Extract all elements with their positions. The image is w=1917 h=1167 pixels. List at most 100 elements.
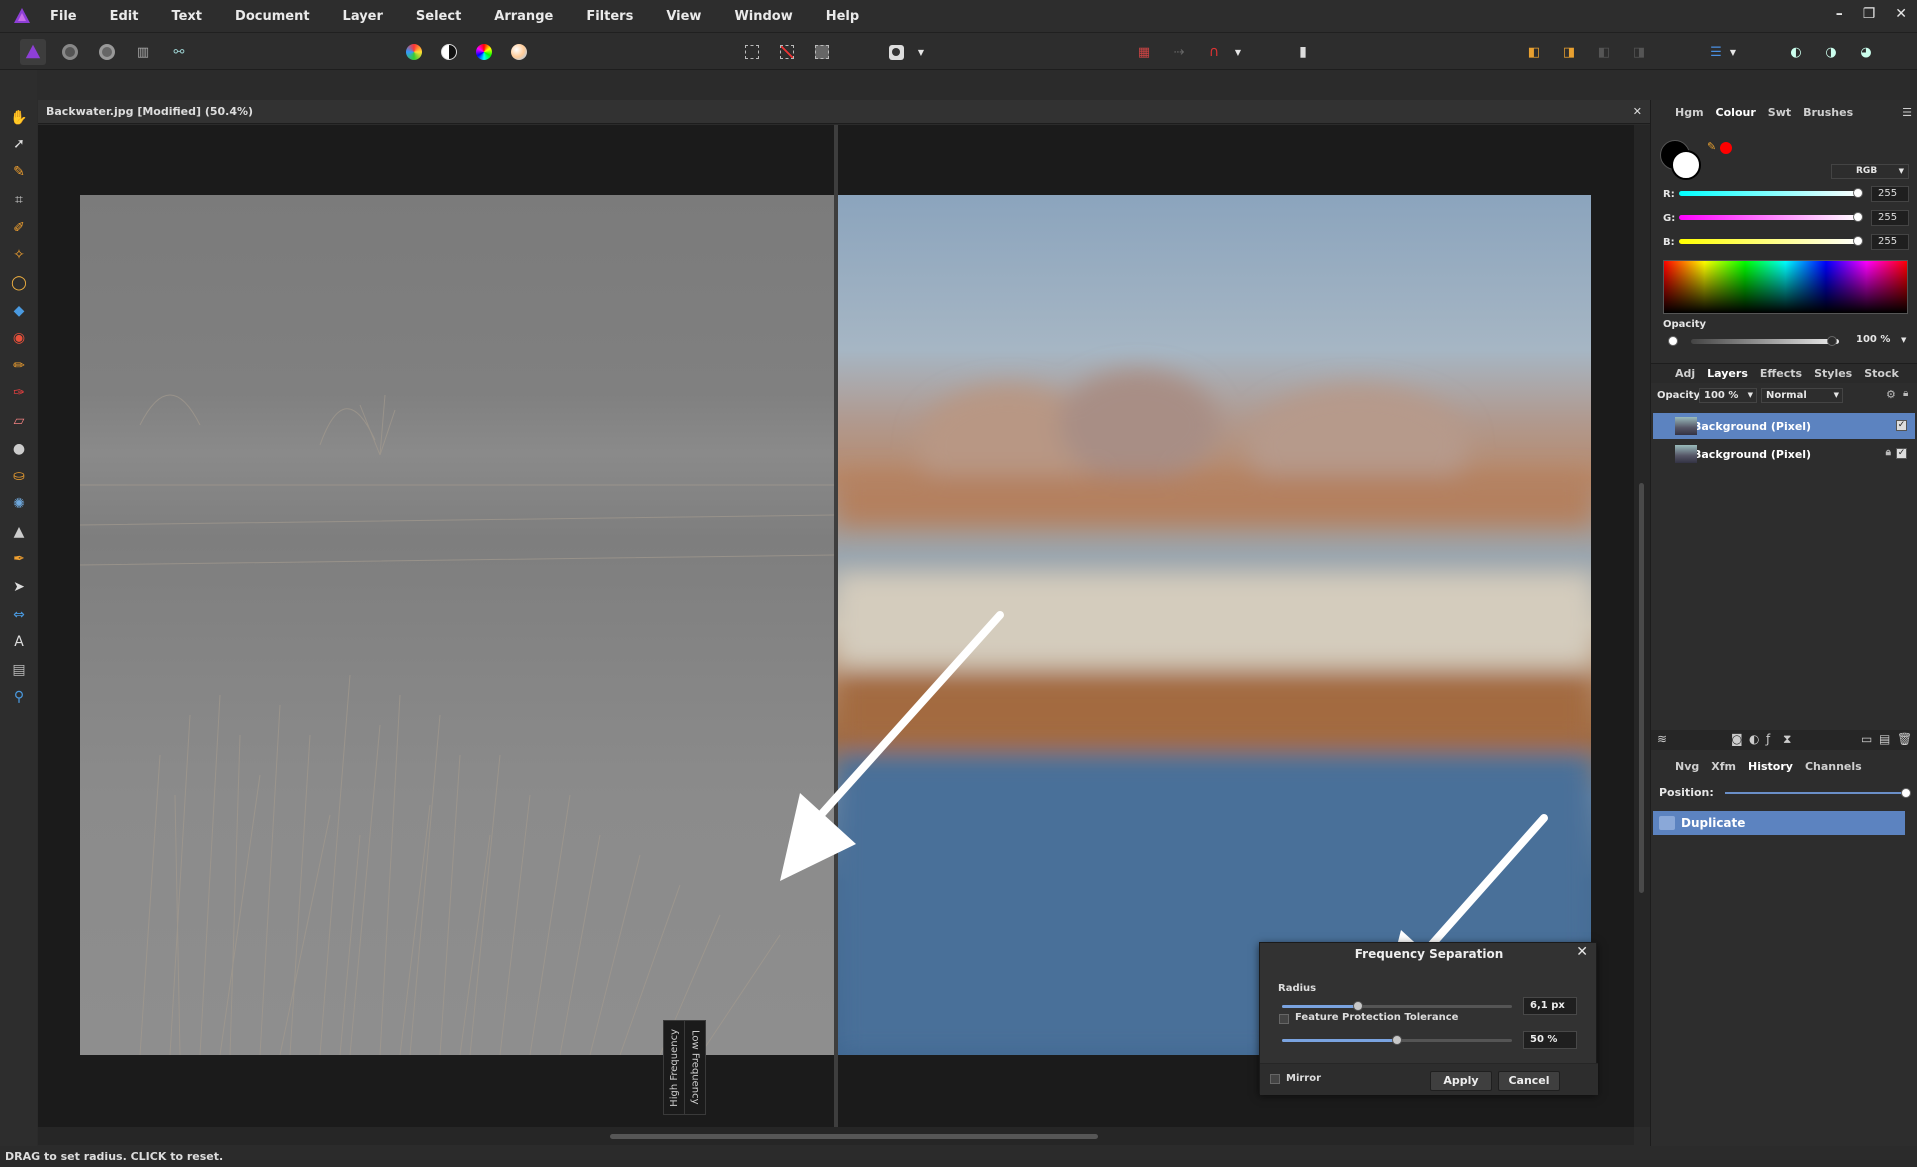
magnet-button[interactable]: ∩ <box>1201 39 1227 65</box>
view-tool-hand-icon[interactable]: ✋ <box>9 108 29 128</box>
tab-layers[interactable]: Layers <box>1707 367 1748 380</box>
tab-history[interactable]: History <box>1748 760 1793 773</box>
tab-colour[interactable]: Colour <box>1716 106 1756 119</box>
menu-edit[interactable]: Edit <box>110 9 139 24</box>
cancel-button[interactable]: Cancel <box>1498 1071 1560 1091</box>
chevron-down-icon[interactable]: ▼ <box>1901 336 1906 344</box>
tab-styles[interactable]: Styles <box>1814 367 1852 380</box>
dialog-close-button[interactable]: ✕ <box>1576 944 1588 960</box>
menu-arrange[interactable]: Arrange <box>494 9 553 24</box>
tolerance-slider-knob[interactable] <box>1392 1035 1402 1045</box>
live-filter-icon[interactable]: ⧗ <box>1783 732 1791 747</box>
boolean-subtract-button[interactable]: ◑ <box>1818 39 1844 65</box>
apply-button[interactable]: Apply <box>1430 1071 1492 1091</box>
menu-window[interactable]: Window <box>734 9 792 24</box>
colour-mode-select[interactable]: RGB ▼ <box>1831 164 1909 179</box>
arrange-forward-button[interactable]: ◨ <box>1556 39 1582 65</box>
menu-select[interactable]: Select <box>416 9 461 24</box>
tone-mapping-persona-button[interactable]: ▥ <box>130 39 156 65</box>
mirror-checkbox[interactable] <box>1270 1074 1280 1084</box>
red-slider[interactable] <box>1679 188 1863 198</box>
hsl-button[interactable] <box>471 39 497 65</box>
radius-slider[interactable] <box>1282 1001 1512 1011</box>
quick-mask-button[interactable] <box>883 39 909 65</box>
close-document-button[interactable]: ✕ <box>1633 100 1642 124</box>
layer-lock-icon[interactable]: 🔒︎ <box>1903 388 1908 399</box>
zoom-tool-icon[interactable]: ⚲ <box>9 687 29 707</box>
vertical-scrollbar[interactable] <box>1634 125 1650 1127</box>
menu-layer[interactable]: Layer <box>343 9 383 24</box>
delete-layer-trash-icon[interactable]: 🗑︎ <box>1897 732 1912 746</box>
accent-colour-dot[interactable] <box>1720 142 1732 154</box>
menu-text[interactable]: Text <box>171 9 202 24</box>
fx-icon[interactable]: ƒ <box>1766 732 1770 746</box>
new-layer-icon[interactable]: ▤ <box>1879 732 1890 746</box>
inpainting-brush-tool-icon[interactable]: ✒ <box>9 549 29 569</box>
tab-effects[interactable]: Effects <box>1760 367 1802 380</box>
sharpen-tool-icon[interactable]: ▲ <box>9 522 29 542</box>
assistant-button[interactable]: ▮ <box>1290 39 1316 65</box>
photo-persona-button[interactable] <box>20 39 46 65</box>
tab-brushes[interactable]: Brushes <box>1803 106 1853 119</box>
layer-opacity-field[interactable]: 100 % ▼ <box>1699 388 1757 403</box>
boolean-intersect-button[interactable]: ◕ <box>1853 39 1879 65</box>
color-replacement-tool-icon[interactable]: ✑ <box>9 383 29 403</box>
menu-filters[interactable]: Filters <box>586 9 633 24</box>
minimize-button[interactable]: – <box>1836 6 1843 22</box>
new-group-folder-icon[interactable]: ▭ <box>1861 732 1872 746</box>
shape-tool-icon[interactable]: ▤ <box>9 660 29 680</box>
clone-brush-tool-icon[interactable]: ⛀ <box>9 466 29 486</box>
layer-row-background-top[interactable]: Background (Pixel) ✓ <box>1653 413 1915 439</box>
develop-persona-button[interactable] <box>94 39 120 65</box>
adjustment-icon[interactable]: ◐ <box>1749 732 1759 746</box>
layer-locked-icon[interactable]: 🔒︎ <box>1886 447 1891 458</box>
opacity-slider[interactable] <box>1691 339 1839 344</box>
blur-brush-tool-icon[interactable]: ✺ <box>9 494 29 514</box>
opacity-slider-knob[interactable] <box>1827 336 1837 346</box>
vertical-scroll-thumb[interactable] <box>1639 483 1644 893</box>
align-dropdown[interactable]: ▼ <box>1726 39 1740 65</box>
tab-stock[interactable]: Stock <box>1864 367 1899 380</box>
red-value[interactable]: 255 <box>1871 186 1909 202</box>
pen-tool-icon[interactable]: ➤ <box>9 577 29 597</box>
liquify-persona-button[interactable] <box>57 39 83 65</box>
layer-visibility-checkbox[interactable]: ✓ <box>1896 448 1907 459</box>
invert-selection-button[interactable] <box>809 39 835 65</box>
blue-slider-knob[interactable] <box>1853 236 1863 246</box>
freehand-selection-tool-icon[interactable]: ◯ <box>9 273 29 293</box>
layer-settings-gear-icon[interactable]: ⚙ <box>1886 388 1896 401</box>
arrange-backward-button[interactable]: ◧ <box>1591 39 1617 65</box>
text-tool-icon[interactable]: A <box>9 632 29 652</box>
tab-adjustments[interactable]: Adj <box>1675 367 1695 380</box>
tab-swatches[interactable]: Swt <box>1768 106 1791 119</box>
opacity-value[interactable]: 100 % <box>1856 334 1890 345</box>
green-value[interactable]: 255 <box>1871 210 1909 226</box>
menu-file[interactable]: File <box>50 9 77 24</box>
restore-button[interactable]: ❐ <box>1863 6 1876 22</box>
tab-channels[interactable]: Channels <box>1805 760 1862 773</box>
dodge-brush-tool-icon[interactable]: ● <box>9 439 29 459</box>
menu-document[interactable]: Document <box>235 9 310 24</box>
boolean-add-button[interactable]: ◐ <box>1783 39 1809 65</box>
panel-menu-icon[interactable]: ☰ <box>1902 106 1912 119</box>
layer-row-background-bottom[interactable]: Background (Pixel) 🔒︎ ✓ <box>1653 441 1915 467</box>
blend-mode-select[interactable]: Normal ▼ <box>1761 388 1843 403</box>
recolor-button[interactable] <box>506 39 532 65</box>
history-item-duplicate[interactable]: Duplicate <box>1653 811 1905 835</box>
blue-value[interactable]: 255 <box>1871 234 1909 250</box>
secondary-colour-swatch[interactable] <box>1671 150 1701 180</box>
select-all-button[interactable] <box>739 39 765 65</box>
opacity-start-knob[interactable] <box>1668 336 1678 346</box>
color-picker-tool-icon[interactable]: ✎ <box>9 162 29 182</box>
gradient-tool-icon[interactable]: ◉ <box>9 328 29 348</box>
tolerance-slider[interactable] <box>1282 1035 1512 1045</box>
history-position-knob[interactable] <box>1901 788 1911 798</box>
red-slider-knob[interactable] <box>1853 188 1863 198</box>
layers-stack-icon[interactable]: ≋ <box>1657 732 1667 746</box>
feature-protection-checkbox[interactable] <box>1279 1014 1289 1024</box>
mesh-warp-tool-icon[interactable]: ⇔ <box>9 605 29 625</box>
paint-brush-tool-icon[interactable]: ✏ <box>9 356 29 376</box>
selection-brush-tool-icon[interactable]: ✐ <box>9 218 29 238</box>
menu-view[interactable]: View <box>666 9 701 24</box>
horizontal-scroll-thumb[interactable] <box>610 1134 1098 1139</box>
